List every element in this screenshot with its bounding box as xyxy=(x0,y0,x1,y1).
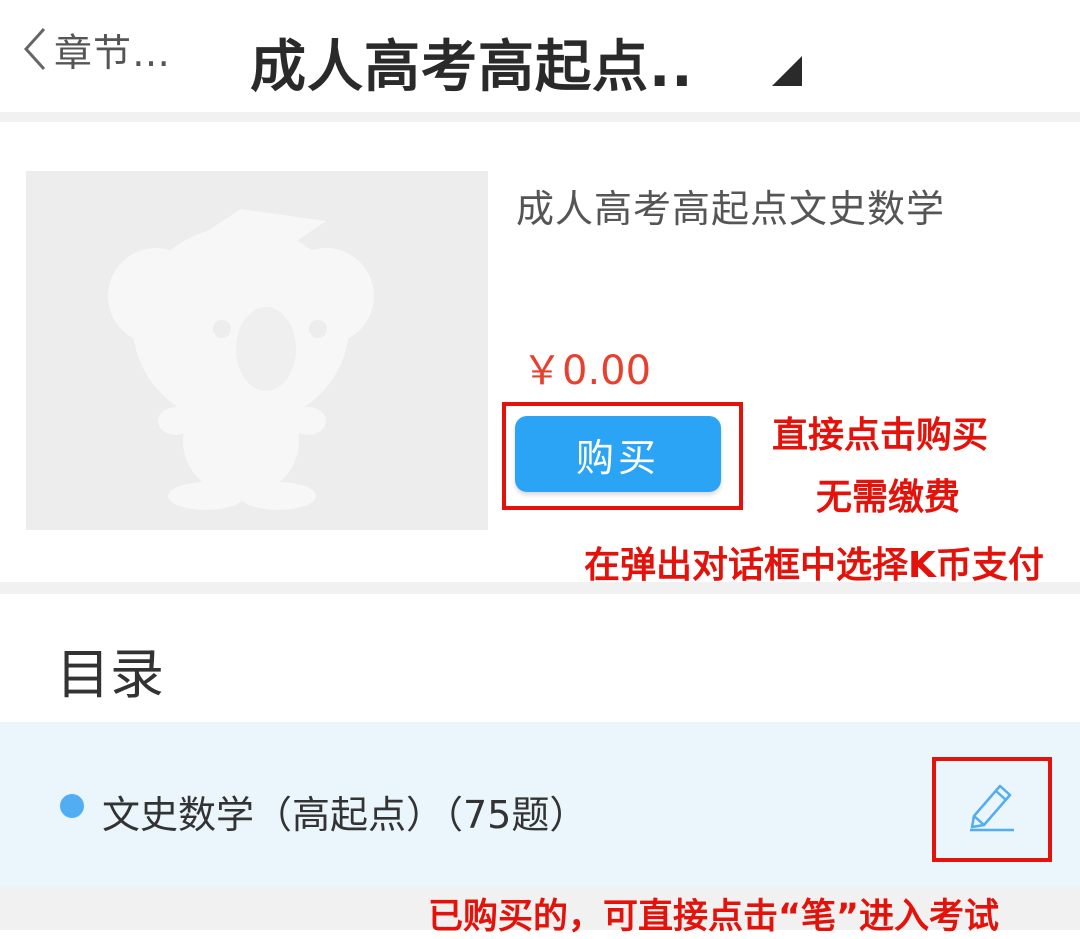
back-label: 章节… xyxy=(54,30,172,75)
annotation-pay: 在弹出对话框中选择K币支付 xyxy=(584,545,1044,586)
course-name: 成人高考高起点文史数学 xyxy=(516,187,946,231)
catalog-item-label: 文史数学（高起点）（75题） xyxy=(102,793,588,837)
divider xyxy=(0,112,1080,122)
annotation-buy-line2: 无需缴费 xyxy=(816,477,961,518)
annotation-exam: 已购买的，可直接点击“笔”进入考试 xyxy=(428,897,1000,937)
back-button[interactable]: 章节… xyxy=(22,26,171,75)
course-thumbnail xyxy=(26,171,488,530)
catalog-title: 目录 xyxy=(56,643,164,706)
annotation-buy-line1: 直接点击购买 xyxy=(772,415,989,456)
corner-triangle-icon xyxy=(772,56,802,86)
back-chevron-icon xyxy=(23,27,46,71)
page-title: 成人高考高起点.. xyxy=(250,35,694,100)
divider xyxy=(0,582,1080,594)
annotation-box-buy xyxy=(502,402,743,510)
annotation-box-pen xyxy=(932,757,1052,862)
top-bar: 章节… 成人高考高起点.. xyxy=(0,0,1080,112)
koala-placeholder-icon xyxy=(108,209,374,510)
bullet-dot-icon xyxy=(60,794,84,818)
course-price: ￥0.00 xyxy=(522,348,652,394)
